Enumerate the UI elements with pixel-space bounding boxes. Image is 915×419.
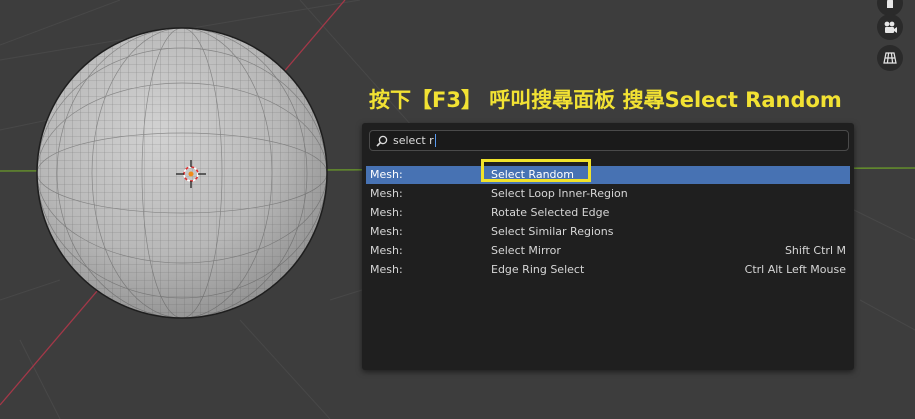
result-category: Mesh: <box>370 206 403 219</box>
result-operator: Edge Ring Select <box>491 263 585 276</box>
search-result-row[interactable]: Mesh: Select Mirror Shift Ctrl M <box>366 242 850 260</box>
sphere-mesh[interactable] <box>30 20 340 330</box>
result-category: Mesh: <box>370 225 403 238</box>
result-operator: Select Similar Regions <box>491 225 614 238</box>
search-result-row[interactable]: Mesh: Edge Ring Select Ctrl Alt Left Mou… <box>366 261 850 279</box>
search-result-row[interactable]: Mesh: Select Similar Regions <box>366 223 850 241</box>
instruction-annotation: 按下【F3】 呼叫搜尋面板 搜尋Select Random <box>369 88 842 112</box>
result-category: Mesh: <box>370 187 403 200</box>
search-icon <box>376 135 388 147</box>
result-category: Mesh: <box>370 244 403 257</box>
perspective-toggle-button[interactable] <box>877 45 903 71</box>
result-operator: Select Mirror <box>491 244 561 257</box>
result-operator: Select Loop Inner-Region <box>491 187 628 200</box>
result-category: Mesh: <box>370 168 403 181</box>
search-query-text: select r <box>393 134 434 147</box>
text-caret <box>434 134 436 147</box>
result-category: Mesh: <box>370 263 403 276</box>
search-result-row[interactable]: Mesh: Rotate Selected Edge <box>366 204 850 222</box>
result-shortcut: Ctrl Alt Left Mouse <box>744 263 846 276</box>
camera-view-button[interactable] <box>877 14 903 40</box>
search-result-row[interactable]: Mesh: Select Loop Inner-Region <box>366 185 850 203</box>
search-input[interactable]: select r <box>369 130 849 151</box>
camera-icon <box>884 21 897 33</box>
hand-icon <box>887 0 893 8</box>
menu-search-panel: select r Mesh: Select Random Mesh: Selec… <box>362 123 854 370</box>
result-shortcut: Shift Ctrl M <box>784 244 846 257</box>
search-result-row[interactable]: Mesh: Select Random <box>366 166 850 184</box>
highlight-box <box>481 159 591 182</box>
grid-icon <box>883 52 897 64</box>
result-operator: Rotate Selected Edge <box>491 206 610 219</box>
